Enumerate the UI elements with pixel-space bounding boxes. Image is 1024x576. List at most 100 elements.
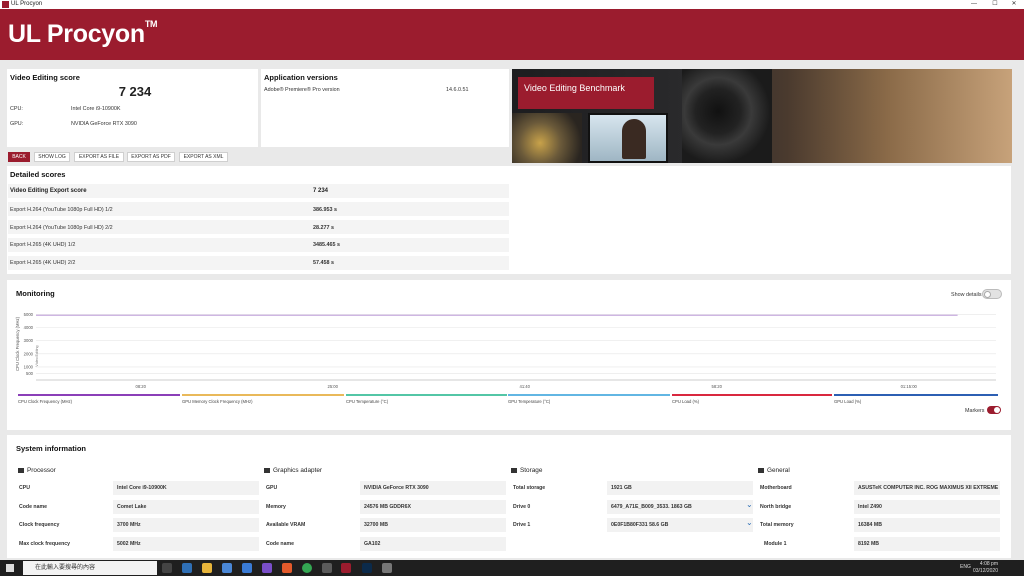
y-tick-label: 2000	[24, 351, 34, 356]
app-icon[interactable]	[322, 563, 332, 573]
mail-icon[interactable]	[242, 563, 252, 573]
minimize-button[interactable]: —	[964, 0, 984, 9]
section-processor: Processor	[18, 467, 56, 474]
task-view-icon[interactable]	[162, 563, 172, 573]
sys-row: Max clock frequency 5002 MHz	[19, 537, 259, 551]
chevron-down-icon[interactable]: ⌄	[746, 518, 753, 527]
detail-row-label: Export H.265 (4K UHD) 1/2	[10, 242, 76, 248]
sys-row: Code name Comet Lake	[19, 500, 259, 514]
sys-row: Total storage 1921 GB	[513, 481, 753, 495]
edge-icon[interactable]	[182, 563, 192, 573]
store-icon[interactable]	[222, 563, 232, 573]
y-tick-label: 3000	[24, 338, 34, 343]
sys-row: Motherboard ASUSTeK COMPUTER INC. ROG MAX…	[760, 481, 1000, 495]
gpu-value: NVIDIA GeForce RTX 3090	[71, 121, 137, 127]
clock[interactable]: 4:08 pm 03/12/2020	[972, 561, 998, 575]
export-file-button[interactable]: EXPORT AS FILE	[74, 152, 124, 162]
app-icon[interactable]	[382, 563, 392, 573]
hero-person	[622, 119, 646, 159]
app-versions-title: Application versions	[264, 73, 338, 82]
show-details-toggle[interactable]	[982, 289, 1002, 299]
legend-item[interactable]: CPU Load (%)	[672, 394, 832, 404]
detail-row-value: 7 234	[313, 188, 329, 194]
cpu-icon	[18, 467, 24, 473]
export-pdf-button[interactable]: EXPORT AS PDF	[127, 152, 175, 162]
taskbar: 在此輸入要搜尋的內容 ENG 4:08 pm 03/12/2020	[0, 560, 1024, 576]
y-tick-label: 5000	[24, 312, 34, 317]
close-button[interactable]: ✕	[1004, 0, 1024, 9]
legend-swatch	[18, 394, 180, 396]
hero-camera	[682, 69, 772, 163]
sys-row: Clock frequency 3700 MHz	[19, 518, 259, 532]
maximize-button[interactable]: ☐	[985, 0, 1005, 9]
chevron-down-icon[interactable]: ⌄	[746, 500, 753, 509]
score-title: Video Editing score	[10, 73, 80, 82]
legend-swatch	[346, 394, 507, 396]
x-tick-label: 58:20	[711, 384, 722, 389]
section-general: General	[758, 467, 790, 474]
sys-row: Module 1 8192 MB	[764, 537, 1000, 551]
detail-row-value: 28.277 s	[313, 225, 334, 231]
section-storage: Storage	[511, 467, 542, 474]
sys-row: CPU Intel Core i9-10900K	[19, 481, 259, 495]
legend-swatch	[182, 394, 344, 396]
x-tick-label: 08:20	[135, 384, 146, 389]
app-name: Adobe® Premiere® Pro version	[264, 87, 340, 93]
sys-row[interactable]: Drive 0 6479_A71E_B009_3533. 1863 GB	[513, 500, 753, 514]
score-value: 7 234	[118, 84, 152, 99]
legend-item[interactable]: GPU Temperature (°C)	[508, 394, 670, 404]
legend-item[interactable]: CPU Temperature (°C)	[346, 394, 507, 404]
cpu-value: Intel Core i9-10900K	[71, 106, 121, 112]
legend-item[interactable]: GPU Load (%)	[834, 394, 998, 404]
sys-row: Total memory 16384 MB	[760, 518, 1000, 532]
chrome-icon[interactable]	[302, 563, 312, 573]
app-logo: UL ProcyonTM	[8, 18, 158, 48]
markers-label: Markers	[965, 408, 985, 414]
sys-row: Code name GA102	[266, 537, 506, 551]
sys-row: Available VRAM 32700 MB	[266, 518, 506, 532]
sys-row[interactable]: Drive 1 0E0F1B80F331 58.6 GB	[513, 518, 753, 532]
detail-row-bg	[8, 256, 509, 270]
app-icon	[2, 1, 9, 8]
detailed-scores-title: Detailed scores	[10, 170, 66, 179]
windows-start-icon[interactable]	[6, 564, 14, 572]
file-explorer-icon[interactable]	[202, 563, 212, 573]
gpu-label: GPU:	[10, 121, 24, 127]
system-info-title: System information	[16, 444, 87, 453]
app-icon[interactable]	[262, 563, 272, 573]
y-tick-label: 4000	[24, 325, 34, 330]
show-details-label: Show details	[951, 292, 982, 298]
detail-row-bg	[8, 238, 509, 252]
detail-row-value: 57.458 s	[313, 260, 334, 266]
detail-row-value: 3485.465 s	[313, 242, 340, 248]
y-axis-sublabel: Video Editing	[35, 345, 39, 366]
detail-row-label: Export H.264 (YouTube 1080p Full HD) 2/2	[10, 225, 113, 231]
general-icon	[758, 467, 764, 473]
legend-item[interactable]: CPU Clock Frequency (MHz)	[18, 394, 180, 404]
clock-time: 4:08 pm	[979, 561, 998, 567]
hero-title: Video Editing Benchmark	[518, 77, 654, 109]
input-language[interactable]: ENG	[960, 564, 971, 571]
show-log-button[interactable]: SHOW LOG	[34, 152, 70, 162]
procyon-taskbar-icon[interactable]	[341, 563, 351, 573]
hero-background-decoration	[512, 113, 582, 163]
benchmark-hero-image: Video Editing Benchmark	[512, 69, 1012, 163]
markers-toggle[interactable]	[987, 406, 1001, 414]
back-button[interactable]: BACK	[8, 152, 30, 162]
monitoring-chart: 500 1000 2000 3000 4000 5000 08:20 25:00 41:40 58…	[15, 312, 996, 389]
legend-item[interactable]: GPU Memory Clock Frequency (MHz)	[182, 394, 344, 404]
monitoring-title: Monitoring	[16, 289, 55, 298]
sys-row: GPU NVIDIA GeForce RTX 3090	[266, 481, 506, 495]
gpu-icon	[264, 467, 270, 473]
app-icon[interactable]	[282, 563, 292, 573]
clock-date: 03/12/2020	[972, 568, 998, 574]
x-tick-label: 01:15:00	[901, 384, 918, 389]
legend-swatch	[834, 394, 998, 396]
legend-swatch	[508, 394, 670, 396]
legend-swatch	[672, 394, 832, 396]
x-tick-label: 41:40	[519, 384, 530, 389]
taskbar-search[interactable]: 在此輸入要搜尋的內容	[23, 561, 157, 575]
export-xml-button[interactable]: EXPORT AS XML	[179, 152, 228, 162]
y-tick-label: 500	[26, 371, 34, 376]
photoshop-icon[interactable]	[362, 563, 372, 573]
